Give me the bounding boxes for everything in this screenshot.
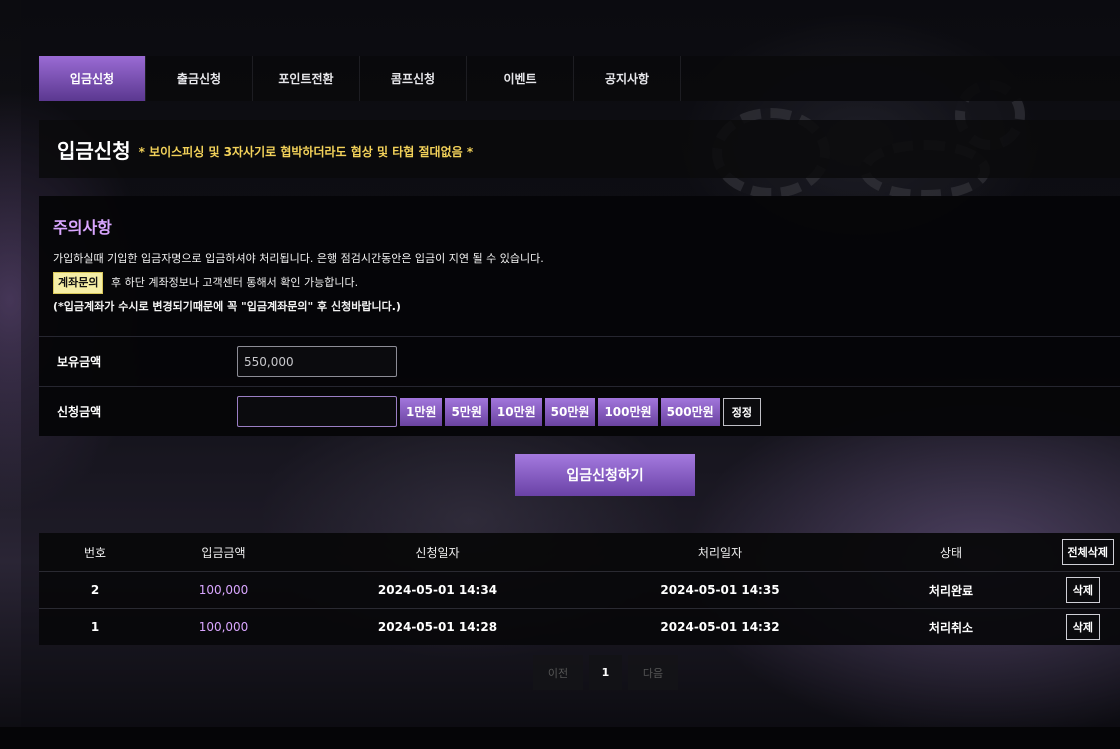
delete-all-button[interactable]: 전체삭제 xyxy=(1061,539,1114,565)
notice-line-3: (*입금계좌가 수시로 변경되기때문에 꼭 "입금계좌문의" 후 신청바랍니다.… xyxy=(53,300,401,313)
row-processed-date: 2024-05-01 14:35 xyxy=(660,583,780,597)
notice-line-1: 가입하실때 기입한 입금자명으로 입금하셔야 처리됩니다. 은행 점검시간동안은… xyxy=(53,252,544,265)
quick-amount-500k-button[interactable]: 50만원 xyxy=(544,397,596,426)
amount-row: 신청금액 1만원 5만원 10만원 50만원 100만원 500만원 정정 xyxy=(39,386,1120,436)
notice-line-2: 후 하단 계좌정보나 고객센터 통해서 확인 가능합니다. xyxy=(110,276,359,289)
next-page-button[interactable]: 다음 xyxy=(628,655,678,690)
page-title: 입금신청 xyxy=(57,138,131,163)
balance-field: 550,000 xyxy=(237,346,397,377)
deposit-history-table: 번호 입금금액 신청일자 처리일자 상태 전체삭제 2 100,000 2024… xyxy=(39,533,1120,645)
column-header-no: 번호 xyxy=(83,545,107,560)
column-header-processed: 처리일자 xyxy=(697,545,743,560)
tab-notice[interactable]: 공지사항 xyxy=(574,56,681,101)
delete-all-cell: 전체삭제 xyxy=(1041,539,1120,565)
notice-heading: 주의사항 xyxy=(53,218,112,237)
delete-row-button[interactable]: 삭제 xyxy=(1065,577,1100,603)
submit-deposit-button[interactable]: 입금신청하기 xyxy=(515,454,695,496)
page-number-button[interactable]: 1 xyxy=(589,655,622,690)
delete-row-button[interactable]: 삭제 xyxy=(1065,614,1100,640)
page-header: 입금신청 * 보이스피싱 및 3자사기로 협박하더라도 협상 및 타협 절대없음… xyxy=(39,120,1120,178)
account-inquiry-button[interactable]: 계좌문의 xyxy=(53,272,104,294)
row-amount: 100,000 xyxy=(198,620,249,634)
amount-label: 신청금액 xyxy=(57,405,102,419)
tab-event[interactable]: 이벤트 xyxy=(467,56,574,101)
quick-amount-1m-button[interactable]: 100만원 xyxy=(598,397,658,426)
row-amount: 100,000 xyxy=(198,583,249,597)
tab-bar: 입금신청 출금신청 포인트전환 콤프신청 이벤트 공지사항 xyxy=(39,56,1120,101)
tab-withdraw[interactable]: 출금신청 xyxy=(146,56,253,101)
row-status: 처리완료 xyxy=(928,583,974,598)
reset-amount-button[interactable]: 정정 xyxy=(722,397,761,426)
column-header-status: 상태 xyxy=(939,545,963,560)
row-no: 1 xyxy=(90,620,100,634)
tab-deposit[interactable]: 입금신청 xyxy=(39,56,146,101)
footer-bar xyxy=(0,727,1120,749)
column-header-amount: 입금금액 xyxy=(201,545,246,560)
notice-line-2-row: 계좌문의 후 하단 계좌정보나 고객센터 통해서 확인 가능합니다. xyxy=(53,272,1120,294)
row-status: 처리취소 xyxy=(928,620,974,635)
row-requested-date: 2024-05-01 14:34 xyxy=(377,583,498,597)
balance-row: 보유금액 550,000 xyxy=(39,336,1120,386)
balance-label: 보유금액 xyxy=(57,355,102,369)
fraud-warning: * 보이스피싱 및 3자사기로 협박하더라도 협상 및 타협 절대없음 * xyxy=(138,144,474,159)
quick-amount-50k-button[interactable]: 5만원 xyxy=(445,397,488,426)
table-header: 번호 입금금액 신청일자 처리일자 상태 전체삭제 xyxy=(39,533,1120,571)
tab-comp[interactable]: 콤프신청 xyxy=(360,56,467,101)
notice-box: 주의사항 가입하실때 기입한 입금자명으로 입금하셔야 처리됩니다. 은행 점검… xyxy=(39,196,1120,336)
prev-page-button[interactable]: 이전 xyxy=(533,655,583,690)
table-row: 1 100,000 2024-05-01 14:28 2024-05-01 14… xyxy=(39,608,1120,645)
row-requested-date: 2024-05-01 14:28 xyxy=(377,620,498,634)
column-header-requested: 신청일자 xyxy=(415,545,460,560)
quick-amount-5m-button[interactable]: 500만원 xyxy=(660,397,720,426)
quick-amount-10k-button[interactable]: 1만원 xyxy=(400,397,443,426)
pagination: 이전 1 다음 xyxy=(533,655,678,690)
row-action-cell: 삭제 xyxy=(1041,614,1120,640)
row-no: 2 xyxy=(90,583,100,597)
amount-input[interactable] xyxy=(237,396,397,427)
tab-point-convert[interactable]: 포인트전환 xyxy=(253,56,360,101)
quick-amount-100k-button[interactable]: 10만원 xyxy=(490,397,542,426)
row-processed-date: 2024-05-01 14:32 xyxy=(660,620,780,634)
row-action-cell: 삭제 xyxy=(1041,577,1120,603)
table-row: 2 100,000 2024-05-01 14:34 2024-05-01 14… xyxy=(39,571,1120,608)
